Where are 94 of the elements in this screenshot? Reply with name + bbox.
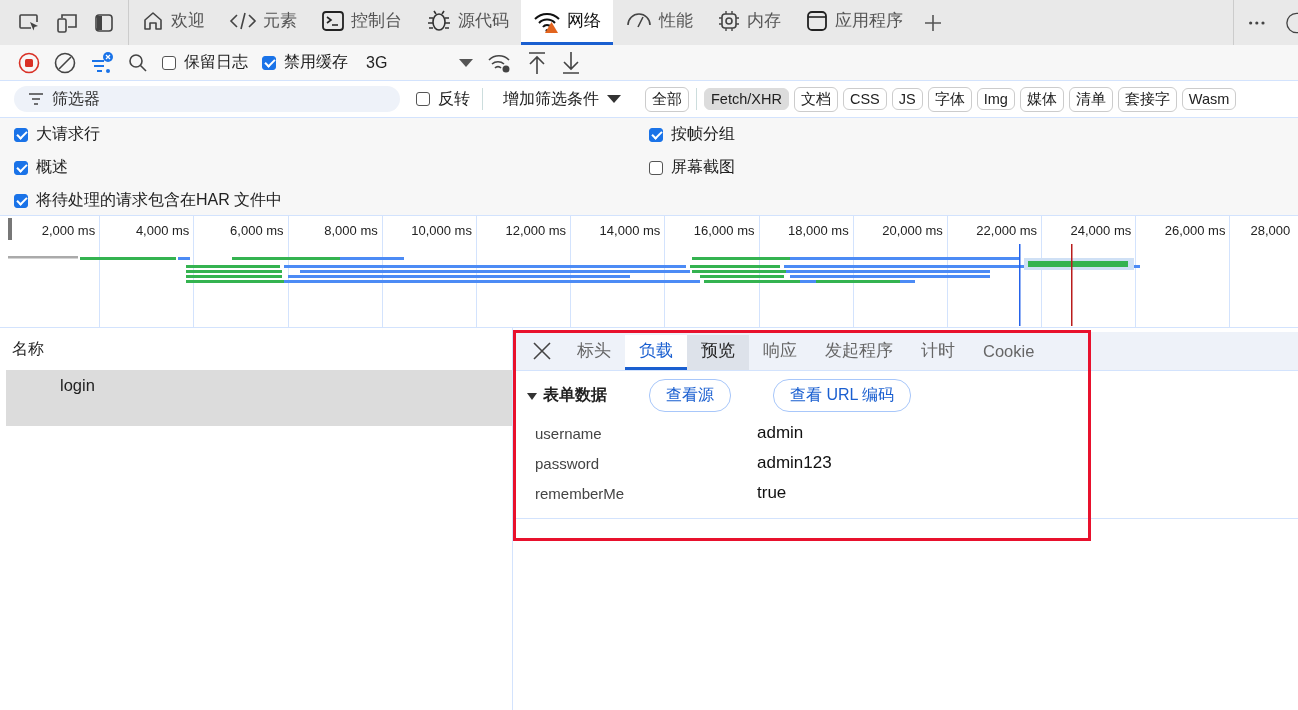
panel-tab[interactable]: 内存 <box>705 0 793 45</box>
record-icon[interactable] <box>18 51 40 74</box>
time-tick-label: 16,000 ms <box>693 223 755 238</box>
time-tick-label: 24,000 ms <box>1070 223 1132 238</box>
caret-icon <box>459 57 474 68</box>
tab-label: 控制台 <box>351 10 402 31</box>
type-filter-button[interactable]: Fetch/XHR <box>704 88 789 110</box>
detail-tab[interactable]: 预览 <box>687 335 749 370</box>
tab-label: 源代码 <box>458 10 509 31</box>
detail-tab[interactable]: Cookie <box>969 335 1049 370</box>
panel-tab[interactable]: 元素 <box>217 0 309 45</box>
filter-field[interactable]: 筛选器 <box>14 86 400 112</box>
filter-icon <box>28 93 44 105</box>
upload-icon[interactable] <box>527 50 548 75</box>
panel-tab[interactable]: 应用程序 <box>793 0 915 45</box>
time-tick-label: 18,000 ms <box>788 223 849 238</box>
setting-checkbox[interactable]: 屏幕截图 <box>649 157 1284 178</box>
time-tick-label: 10,000 ms <box>411 223 472 238</box>
house-icon <box>141 9 165 33</box>
disable-cache-checkbox[interactable]: 禁用缓存 <box>262 52 348 73</box>
time-tick-label: 6,000 ms <box>230 223 284 238</box>
filter-settings-icon[interactable] <box>90 51 114 74</box>
type-filter-button[interactable]: Wasm <box>1181 88 1237 110</box>
time-tick-label: 8,000 ms <box>324 223 378 238</box>
type-filter-button[interactable]: Img <box>976 88 1015 110</box>
caret-icon <box>527 390 537 401</box>
tab-label: 内存 <box>747 10 781 31</box>
help-icon[interactable] <box>1285 10 1298 35</box>
field-key: password <box>535 454 757 472</box>
view-button[interactable]: 查看源 <box>649 379 731 412</box>
throttling-dropdown[interactable]: 3G <box>366 53 474 72</box>
panel-tab[interactable]: 欢迎 <box>129 0 217 45</box>
field-value: true <box>757 483 787 503</box>
field-value: admin <box>757 423 804 443</box>
time-tick-label: 20,000 ms <box>882 223 943 238</box>
bug-icon <box>426 9 452 33</box>
view-button[interactable]: 查看 URL 编码 <box>773 379 912 412</box>
tab-label: 性能 <box>659 10 693 31</box>
type-filter-button[interactable]: 字体 <box>927 86 972 112</box>
detail-tab[interactable]: 响应 <box>749 335 811 370</box>
type-filter-button[interactable]: 全部 <box>645 86 689 112</box>
time-tick-label: 14,000 ms <box>599 223 661 238</box>
panel-tab[interactable]: 源代码 <box>414 0 521 45</box>
setting-checkbox[interactable]: 按帧分组 <box>649 124 1284 145</box>
field-key: rememberMe <box>535 484 757 502</box>
tab-label: 网络 <box>567 10 601 31</box>
setting-checkbox[interactable]: 概述 <box>14 157 649 178</box>
detail-tab[interactable]: 计时 <box>907 335 969 370</box>
type-filter-button[interactable]: 文档 <box>793 86 838 112</box>
warning-icon <box>545 22 558 33</box>
download-icon[interactable] <box>561 50 582 75</box>
type-filter-button[interactable]: 套接字 <box>1117 86 1177 112</box>
tab-label: 元素 <box>263 10 297 31</box>
detail-tab[interactable]: 标头 <box>563 335 625 370</box>
time-tick-label: 28,000 <box>1250 223 1291 238</box>
type-filter-button[interactable]: CSS <box>842 88 887 110</box>
more-filters-dropdown[interactable]: 增加筛选条件 <box>503 88 621 110</box>
tab-label: 应用程序 <box>835 10 903 31</box>
invert-checkbox[interactable]: 反转 <box>416 88 470 110</box>
add-tab-icon[interactable] <box>923 12 943 33</box>
field-value: admin123 <box>757 453 832 473</box>
panel-tab[interactable]: 网络 <box>521 0 613 45</box>
time-tick-label: 4,000 ms <box>135 223 190 238</box>
terminal-icon <box>321 9 345 33</box>
detail-tab[interactable]: 发起程序 <box>811 335 907 370</box>
preserve-log-checkbox[interactable]: 保留日志 <box>162 52 248 73</box>
type-filter-button[interactable]: 清单 <box>1068 86 1113 112</box>
more-icon[interactable] <box>1248 19 1266 26</box>
type-filter-button[interactable]: JS <box>891 88 923 110</box>
time-tick-label: 26,000 ms <box>1164 223 1226 238</box>
request-row[interactable]: login <box>6 370 512 426</box>
panel-tab[interactable]: 性能 <box>613 0 705 45</box>
section-toggle[interactable]: 表单数据 <box>527 385 607 406</box>
setting-checkbox[interactable]: 将待处理的请求包含在HAR 文件中 <box>14 190 649 211</box>
setting-checkbox[interactable]: 大请求行 <box>14 124 649 145</box>
tab-label: 欢迎 <box>171 10 205 31</box>
name-column-header: 名称 <box>12 338 44 359</box>
wifi-icon <box>533 10 561 32</box>
detail-tab[interactable]: 负载 <box>625 335 687 370</box>
caret-icon <box>607 94 621 104</box>
window-icon <box>805 9 829 33</box>
search-icon[interactable] <box>128 52 148 73</box>
chip-icon <box>717 9 741 33</box>
time-tick-label: 12,000 ms <box>505 223 567 238</box>
time-tick-label: 2,000 ms <box>41 223 96 238</box>
close-icon[interactable] <box>533 342 551 360</box>
device-icon[interactable] <box>56 12 78 33</box>
inspect-icon[interactable] <box>18 12 40 33</box>
type-filter-button[interactable]: 媒体 <box>1019 86 1064 112</box>
sidebar-icon[interactable] <box>94 12 114 33</box>
field-key: username <box>535 424 757 442</box>
clear-icon[interactable] <box>54 51 76 74</box>
panel-tab[interactable]: 控制台 <box>309 0 414 45</box>
time-tick-label: 22,000 ms <box>976 223 1038 238</box>
